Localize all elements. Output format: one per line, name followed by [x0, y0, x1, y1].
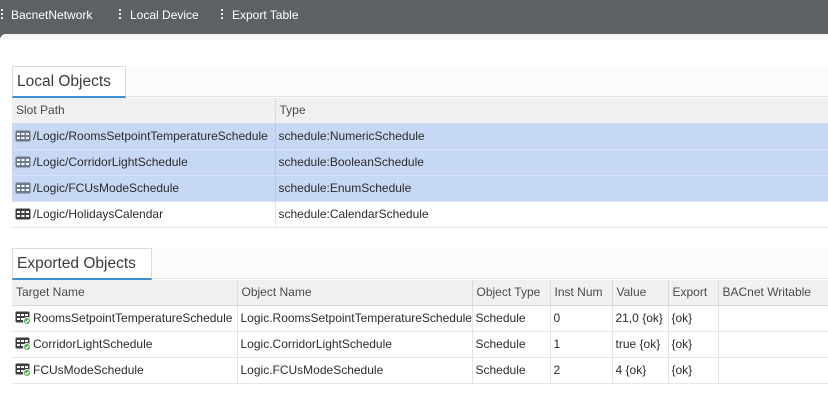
content-pane: Local Objects Slot Path Type /Logic/Room… [0, 34, 828, 394]
cell-type[interactable]: schedule:BooleanSchedule [275, 149, 828, 176]
cell-inst-num[interactable]: 0 [550, 305, 613, 332]
breadcrumb: BacnetNetwork Local Device Export Table [0, 0, 828, 34]
cell-bacnet-writable[interactable] [718, 357, 828, 384]
slot-path-text: /Logic/HolidaysCalendar [33, 207, 164, 221]
cell-object-type[interactable]: Schedule [472, 331, 551, 358]
table-row[interactable]: /Logic/FCUsModeSchedule schedule:EnumSche… [12, 175, 828, 202]
local-objects-section: Local Objects Slot Path Type /Logic/Room… [12, 66, 828, 232]
slot-path-text: /Logic/CorridorLightSchedule [33, 155, 188, 169]
exported-objects-tabbar: Exported Objects [12, 248, 828, 280]
table-row[interactable]: /Logic/HolidaysCalendar schedule:Calendar… [12, 201, 828, 228]
cell-slot-path[interactable]: /Logic/CorridorLightSchedule [12, 149, 276, 176]
schedule-export-icon [15, 337, 31, 351]
table-row[interactable]: CorridorLightSchedule Logic.CorridorLight… [12, 331, 828, 358]
cell-inst-num[interactable]: 2 [550, 357, 613, 384]
slot-path-text: /Logic/RoomsSetpointTemperatureSchedule [33, 129, 268, 143]
cell-object-name[interactable]: Logic.CorridorLightSchedule [237, 331, 473, 358]
cell-bacnet-writable[interactable] [718, 305, 828, 332]
cell-slot-path[interactable]: /Logic/FCUsModeSchedule [12, 175, 276, 202]
tab-exported-objects[interactable]: Exported Objects [12, 248, 152, 280]
schedule-export-icon [15, 311, 31, 325]
cell-type[interactable]: schedule:CalendarSchedule [275, 201, 828, 228]
column-header-object-type[interactable]: Object Type [472, 280, 551, 306]
column-header-bacnet-writable[interactable]: BACnet Writable [718, 280, 828, 306]
cell-object-type[interactable]: Schedule [472, 357, 551, 384]
schedule-export-icon [15, 363, 31, 377]
schedule-icon [15, 130, 31, 142]
target-name-text: FCUsModeSchedule [33, 363, 144, 377]
cell-target-name[interactable]: CorridorLightSchedule [12, 331, 238, 358]
tab-local-objects[interactable]: Local Objects [12, 66, 126, 98]
target-name-text: CorridorLightSchedule [33, 337, 153, 351]
cell-object-type[interactable]: Schedule [472, 305, 551, 332]
cell-export[interactable]: {ok} [668, 357, 719, 384]
cell-type[interactable]: schedule:EnumSchedule [275, 175, 828, 202]
local-objects-table: Slot Path Type /Logic/RoomsSetpointTempe… [12, 98, 828, 228]
table-header-row: Slot Path Type [12, 98, 828, 124]
schedule-icon [15, 208, 31, 220]
breadcrumb-item-local-device[interactable]: Local Device [130, 0, 199, 30]
table-row[interactable]: RoomsSetpointTemperatureSchedule Logic.Ro… [12, 305, 828, 332]
cell-export[interactable]: {ok} [668, 305, 719, 332]
cell-value[interactable]: 4 {ok} [612, 357, 669, 384]
table-row[interactable]: /Logic/CorridorLightSchedule schedule:Boo… [12, 149, 828, 176]
cell-export[interactable]: {ok} [668, 331, 719, 358]
column-header-slot-path[interactable]: Slot Path [12, 98, 276, 124]
cell-value[interactable]: 21,0 {ok} [612, 305, 669, 332]
column-header-export[interactable]: Export [668, 280, 719, 306]
schedule-icon [15, 182, 31, 194]
cell-object-name[interactable]: Logic.FCUsModeSchedule [237, 357, 473, 384]
column-header-type[interactable]: Type [275, 98, 828, 124]
column-header-inst-num[interactable]: Inst Num [550, 280, 613, 306]
separator-dots-icon [221, 9, 223, 19]
column-header-object-name[interactable]: Object Name [237, 280, 473, 306]
cell-type[interactable]: schedule:NumericSchedule [275, 123, 828, 150]
column-header-target-name[interactable]: Target Name [12, 280, 238, 306]
breadcrumb-item-bacnet-network[interactable]: BacnetNetwork [11, 0, 92, 30]
cell-object-name[interactable]: Logic.RoomsSetpointTemperatureSchedule [237, 305, 473, 332]
column-header-value[interactable]: Value [612, 280, 669, 306]
cell-target-name[interactable]: RoomsSetpointTemperatureSchedule [12, 305, 238, 332]
cell-inst-num[interactable]: 1 [550, 331, 613, 358]
slot-path-text: /Logic/FCUsModeSchedule [33, 181, 180, 195]
exported-objects-table: Target Name Object Name Object Type Inst… [12, 280, 828, 384]
cell-bacnet-writable[interactable] [718, 331, 828, 358]
separator-dots-icon [119, 9, 121, 19]
content-top-strip [0, 34, 828, 40]
cell-target-name[interactable]: FCUsModeSchedule [12, 357, 238, 384]
target-name-text: RoomsSetpointTemperatureSchedule [33, 311, 233, 325]
exported-objects-section: Exported Objects Target Name Object Name… [12, 248, 828, 394]
table-row[interactable]: /Logic/RoomsSetpointTemperatureSchedule s… [12, 123, 828, 150]
cell-slot-path[interactable]: /Logic/RoomsSetpointTemperatureSchedule [12, 123, 276, 150]
breadcrumb-item-export-table[interactable]: Export Table [232, 0, 299, 30]
local-objects-tabbar: Local Objects [12, 66, 828, 98]
table-header-row: Target Name Object Name Object Type Inst… [12, 280, 828, 306]
separator-dots-icon [1, 9, 3, 19]
schedule-icon [15, 156, 31, 168]
table-row[interactable]: FCUsModeSchedule Logic.FCUsModeSchedule Sc… [12, 357, 828, 384]
cell-value[interactable]: true {ok} [612, 331, 669, 358]
cell-slot-path[interactable]: /Logic/HolidaysCalendar [12, 201, 276, 228]
